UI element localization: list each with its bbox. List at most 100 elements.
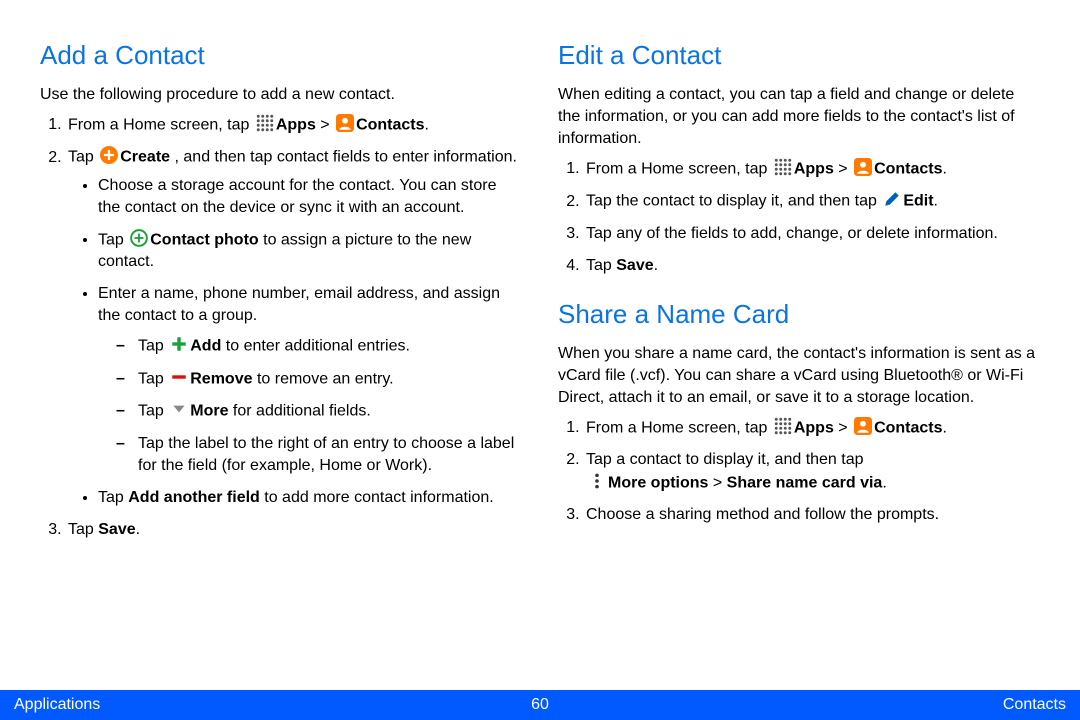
contact-photo-label: Contact photo	[150, 231, 258, 248]
share-step-2: Tap a contact to display it, and then ta…	[584, 449, 1040, 493]
add-contact-intro: Use the following procedure to add a new…	[40, 84, 522, 106]
text: Tap	[68, 521, 98, 538]
save-label: Save	[616, 257, 653, 274]
apps-grid-icon	[774, 417, 792, 439]
edit-step-3: Tap any of the fields to add, change, or…	[584, 223, 1040, 245]
text: Tap	[138, 370, 168, 387]
add-step-2-bullets: Choose a storage account for the contact…	[68, 175, 522, 509]
apps-label: Apps	[276, 116, 316, 133]
apps-grid-icon	[774, 158, 792, 180]
text: Tap	[98, 489, 128, 506]
edit-contact-steps: From a Home screen, tap Apps > Contacts.…	[558, 158, 1040, 277]
text: .	[943, 419, 947, 436]
footer-page-number: 60	[531, 696, 549, 714]
add-label: Add	[190, 338, 221, 355]
share-step-1: From a Home screen, tap Apps > Contacts.	[584, 417, 1040, 439]
more-label: More	[190, 402, 228, 419]
left-column: Add a Contact Use the following procedur…	[40, 38, 522, 690]
text: .	[882, 474, 886, 491]
right-column: Edit a Contact When editing a contact, y…	[558, 38, 1040, 690]
text: Tap the contact to display it, and then …	[586, 193, 881, 210]
text: Tap	[586, 257, 616, 274]
dash-label-choose: Tap the label to the right of an entry t…	[122, 433, 522, 477]
page-footer: Applications 60 Contacts	[0, 690, 1080, 720]
bullet-add-another-field: Tap Add another field to add more contac…	[98, 487, 522, 509]
bullet-sub-dashes: Tap Add to enter additional entries. Tap	[98, 335, 522, 476]
text: , and then tap contact fields to enter i…	[170, 149, 517, 166]
footer-right: Contacts	[1003, 696, 1066, 714]
plus-orange-icon	[100, 146, 118, 168]
add-contact-heading: Add a Contact	[40, 38, 522, 74]
contacts-label: Contacts	[874, 160, 942, 177]
save-label: Save	[98, 521, 135, 538]
text: Enter a name, phone number, email addres…	[98, 285, 500, 324]
pencil-icon	[883, 190, 901, 212]
share-step-3: Choose a sharing method and follow the p…	[584, 504, 1040, 526]
bullet-enter-name: Enter a name, phone number, email addres…	[98, 283, 522, 476]
add-contact-section: Add a Contact Use the following procedur…	[40, 38, 522, 541]
edit-contact-intro: When editing a contact, you can tap a fi…	[558, 84, 1040, 150]
text: to enter additional entries.	[221, 338, 410, 355]
add-step-1: From a Home screen, tap Apps > Contacts.	[66, 114, 522, 136]
content-columns: Add a Contact Use the following procedur…	[0, 0, 1080, 690]
contacts-label: Contacts	[874, 419, 942, 436]
share-via-label: Share name card via	[727, 474, 883, 491]
bullet-storage: Choose a storage account for the contact…	[98, 175, 522, 219]
text: .	[136, 521, 140, 538]
text: Tap	[68, 149, 98, 166]
edit-label: Edit	[903, 193, 933, 210]
add-contact-steps: From a Home screen, tap Apps > Contacts.…	[40, 114, 522, 541]
minus-red-icon	[170, 368, 188, 390]
share-name-card-intro: When you share a name card, the contact'…	[558, 343, 1040, 409]
plus-circle-icon	[130, 229, 148, 251]
plus-green-icon	[170, 335, 188, 357]
edit-step-1: From a Home screen, tap Apps > Contacts.	[584, 158, 1040, 180]
kebab-icon	[588, 472, 606, 494]
manual-page: Add a Contact Use the following procedur…	[0, 0, 1080, 720]
create-label: Create	[120, 149, 170, 166]
edit-contact-heading: Edit a Contact	[558, 38, 1040, 74]
text: From a Home screen, tap	[586, 419, 772, 436]
add-step-3: Tap Save.	[66, 519, 522, 541]
share-name-card-steps: From a Home screen, tap Apps > Contacts.…	[558, 417, 1040, 526]
add-another-field-label: Add another field	[128, 489, 260, 506]
edit-step-4: Tap Save.	[584, 255, 1040, 277]
share-name-card-heading: Share a Name Card	[558, 297, 1040, 333]
separator: >	[834, 160, 852, 177]
contacts-icon	[854, 417, 872, 439]
text: Tap	[138, 338, 168, 355]
more-options-label: More options	[608, 474, 708, 491]
text: Tap	[138, 402, 168, 419]
separator: >	[834, 419, 852, 436]
edit-step-2: Tap the contact to display it, and then …	[584, 190, 1040, 212]
contacts-icon	[336, 114, 354, 136]
contacts-label: Contacts	[356, 116, 424, 133]
separator: >	[708, 474, 726, 491]
dash-add: Tap Add to enter additional entries.	[122, 335, 522, 357]
text: .	[934, 193, 938, 210]
text: .	[943, 160, 947, 177]
dash-more: Tap More for additional fields.	[122, 400, 522, 422]
remove-label: Remove	[190, 370, 252, 387]
separator: >	[316, 116, 334, 133]
contacts-icon	[854, 158, 872, 180]
apps-grid-icon	[256, 114, 274, 136]
text: for additional fields.	[228, 402, 370, 419]
apps-label: Apps	[794, 419, 834, 436]
text: Tap a contact to display it, and then ta…	[586, 451, 864, 468]
add-step-2: Tap Create , and then tap contact fields…	[66, 146, 522, 508]
chevron-down-icon	[170, 400, 188, 422]
text: to remove an entry.	[253, 370, 394, 387]
text: to add more contact information.	[260, 489, 494, 506]
text: .	[425, 116, 429, 133]
bullet-contact-photo: Tap Contact photo to assign a picture to…	[98, 229, 522, 273]
footer-left: Applications	[14, 696, 100, 714]
edit-contact-section: Edit a Contact When editing a contact, y…	[558, 38, 1040, 277]
text: From a Home screen, tap	[68, 116, 254, 133]
text: .	[654, 257, 658, 274]
dash-remove: Tap Remove to remove an entry.	[122, 368, 522, 390]
share-name-card-section: Share a Name Card When you share a name …	[558, 297, 1040, 526]
text: From a Home screen, tap	[586, 160, 772, 177]
apps-label: Apps	[794, 160, 834, 177]
text: Tap	[98, 231, 128, 248]
